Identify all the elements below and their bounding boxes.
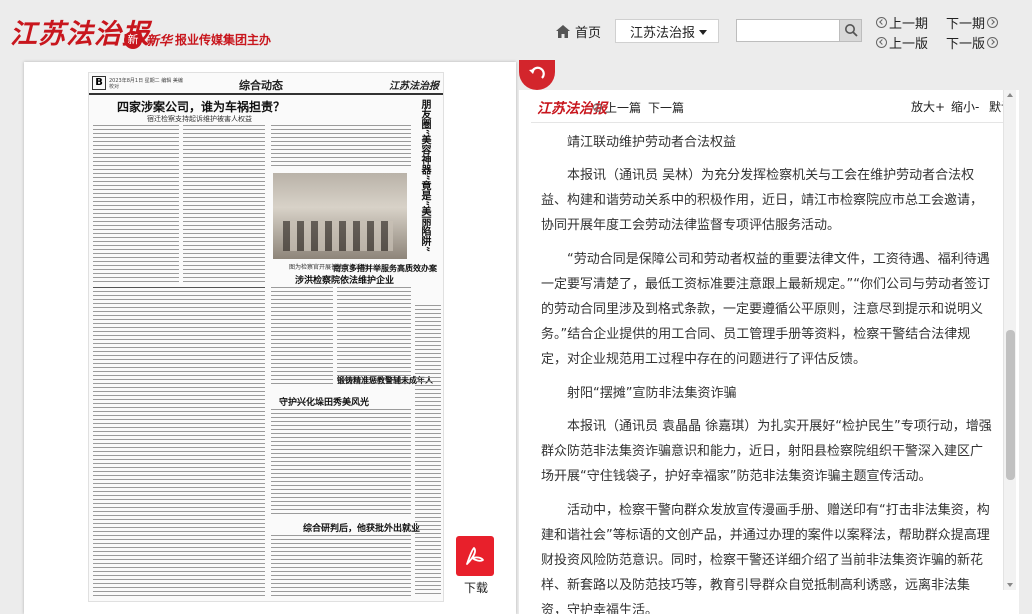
text-block xyxy=(415,305,441,597)
page-date-line: 2023年8月1日 星期二 编辑 美编 校对 xyxy=(109,78,183,90)
prev-article-button[interactable]: 上一篇 xyxy=(593,99,641,116)
pdf-icon xyxy=(456,536,494,576)
next-issue-label: 下一期 xyxy=(946,17,986,32)
newspaper-viewer: B 2023年8月1日 星期二 编辑 美编 校对 综合动态 江苏法治报 四家涉案… xyxy=(24,62,516,614)
newspaper-page[interactable]: B 2023年8月1日 星期二 编辑 美编 校对 综合动态 江苏法治报 四家涉案… xyxy=(88,72,444,602)
top-header: 江苏法治报 新 新华 报业传媒集团主办 首页 江苏法治报 上一期 下一期 上一版… xyxy=(0,0,1032,62)
prev-article-label: 上一篇 xyxy=(605,101,642,115)
article-paragraph: 活动中，检察干警向群众发放宣传漫画手册、赠送印有“打击非法集资，构建和谐社会”等… xyxy=(541,503,990,614)
article-headline-4[interactable]: 守护兴化垛田秀美风光 xyxy=(279,395,369,408)
zoom-out-button[interactable]: 缩小- xyxy=(951,98,979,115)
article-subtitle: 靖江联动维护劳动者合法权益 xyxy=(567,135,737,150)
article-scrollbar[interactable] xyxy=(1003,90,1016,590)
next-article-button[interactable]: 下一篇 xyxy=(648,99,684,116)
article-headline-1[interactable]: 四家涉案公司，谁为车祸担责？ xyxy=(117,98,285,115)
text-block xyxy=(183,125,265,285)
chevron-right-icon xyxy=(987,37,999,48)
page-gutter xyxy=(1019,62,1032,614)
paper-select-value: 江苏法治报 xyxy=(630,25,696,41)
chevron-left-icon xyxy=(593,103,602,112)
scroll-up-arrow-icon[interactable] xyxy=(1007,93,1013,97)
back-arrow-icon xyxy=(529,66,545,79)
article-paragraph: 本报讯（通讯员 袁晶晶 徐嘉琪）为扎实开展好“检护民生”专项行动，增强群众防范非… xyxy=(541,419,992,484)
next-issue-button[interactable]: 下一期 xyxy=(946,13,999,32)
scroll-down-arrow-icon[interactable] xyxy=(1007,583,1013,587)
search-input[interactable] xyxy=(737,20,839,41)
xinhua-logo-icon: 新 xyxy=(124,30,142,49)
chevron-right-icon xyxy=(987,17,999,28)
text-block xyxy=(337,287,411,387)
paper-select[interactable]: 江苏法治报 xyxy=(615,19,719,43)
article-subtitle: 射阳“摆摊”宣防非法集资诈骗 xyxy=(567,386,737,401)
text-block xyxy=(93,125,179,285)
prev-page-label: 上一版 xyxy=(889,37,929,52)
news-photo[interactable] xyxy=(273,173,407,259)
chevron-down-icon xyxy=(699,30,707,35)
sponsor-text: 报业传媒集团主办 xyxy=(175,33,272,47)
vertical-headline[interactable]: 朋友圈“美容神器”竟是“美丽陷阱” xyxy=(417,99,432,299)
text-block xyxy=(271,287,333,387)
search-icon xyxy=(845,24,858,37)
article-reader: 江苏法治报 上一篇 下一篇 放大+ 缩小- 默认 靖江联动维护劳动者合法权益 本… xyxy=(519,90,1019,614)
text-block xyxy=(271,535,411,597)
article-body: 靖江联动维护劳动者合法权益 本报讯（通讯员 吴林）为充分发挥检察机关与工会在维护… xyxy=(541,130,995,614)
chevron-left-icon xyxy=(876,17,887,28)
page-section: 综合动态 xyxy=(239,79,283,92)
epaper-app: 江苏法治报 新 新华 报业传媒集团主办 首页 江苏法治报 上一期 下一期 上一版… xyxy=(0,0,1032,614)
download-label: 下载 xyxy=(463,581,488,595)
scroll-thumb[interactable] xyxy=(1006,330,1015,481)
text-block xyxy=(271,125,411,169)
chevron-left-icon xyxy=(876,37,887,48)
back-button[interactable] xyxy=(519,60,555,90)
article-headline-2[interactable]: 涉洪检察院依法维护企业 xyxy=(295,273,394,286)
prev-issue-label: 上一期 xyxy=(889,17,929,32)
next-article-label: 下一篇 xyxy=(648,101,685,115)
prev-issue-button[interactable]: 上一期 xyxy=(876,13,928,32)
next-page-label: 下一版 xyxy=(946,37,986,52)
article-subhead-1: 宿迁检察支持起诉维护被害人权益 xyxy=(147,115,252,123)
page-header: B 2023年8月1日 星期二 编辑 美编 校对 综合动态 江苏法治报 xyxy=(89,73,443,95)
zoom-in-button[interactable]: 放大+ xyxy=(911,98,945,115)
divider xyxy=(93,287,265,288)
text-block xyxy=(271,409,411,515)
divider xyxy=(531,122,1011,123)
search-button[interactable] xyxy=(839,20,861,41)
home-label: 首页 xyxy=(575,26,602,41)
sponsor-brand: 新华 xyxy=(146,34,173,49)
home-icon xyxy=(556,25,570,38)
sponsor-line: 新 新华 报业传媒集团主办 xyxy=(124,30,271,49)
article-paragraph: 本报讯（通讯员 吴林）为充分发挥检察机关与工会在维护劳动者合法权益、构建和谐劳动… xyxy=(541,168,984,233)
pdf-download-button[interactable]: 下载 xyxy=(456,536,496,596)
page-masthead: 江苏法治报 xyxy=(389,81,439,92)
search-box xyxy=(736,19,862,42)
article-paragraph: “劳动合同是保障公司和劳动者权益的重要法律文件，工资待遇、福利待遇一定要写清楚了… xyxy=(541,252,990,367)
next-page-button[interactable]: 下一版 xyxy=(946,33,999,52)
home-link[interactable]: 首页 xyxy=(556,22,601,41)
text-block xyxy=(93,291,265,596)
page-letter: B xyxy=(92,76,106,90)
prev-page-button[interactable]: 上一版 xyxy=(876,33,928,52)
article-headline-6[interactable]: 综合研判后，他获批外出就业 xyxy=(303,521,420,534)
